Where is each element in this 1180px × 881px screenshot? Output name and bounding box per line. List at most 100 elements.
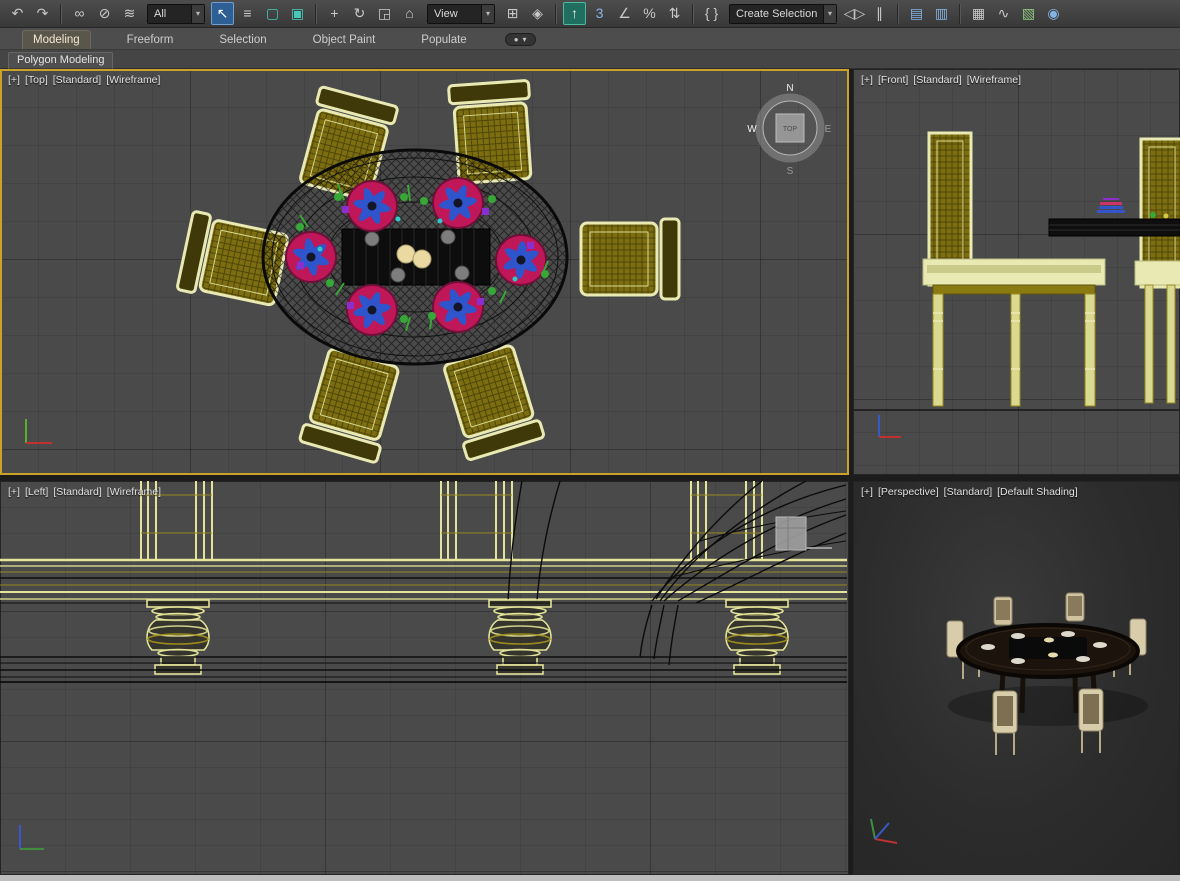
toolbar-separator	[60, 3, 62, 24]
viewport-left-label: [+] [Left] [Standard] [Wireframe]	[8, 486, 161, 498]
axis-tripod-icon	[25, 419, 52, 444]
align-icon[interactable]: ∥	[868, 2, 891, 25]
keyboard-shortcut-override-icon[interactable]: ↑	[563, 2, 586, 25]
viewport-label-part[interactable]: [+]	[8, 486, 20, 498]
toggle-scene-explorer-icon[interactable]: ▤	[905, 2, 928, 25]
chevron-down-icon[interactable]: ▾	[190, 4, 204, 23]
viewcube-north[interactable]: N	[786, 83, 793, 94]
viewport-label-part[interactable]: [Wireframe]	[106, 74, 160, 86]
schematic-view-icon[interactable]: ▧	[1017, 2, 1040, 25]
viewport-label-part[interactable]: [Standard]	[944, 486, 992, 498]
viewport-label-part[interactable]: [Default Shading]	[997, 486, 1078, 498]
reference-coordinate-system-dropdown-label: View	[434, 7, 458, 20]
toggle-layer-explorer-icon[interactable]: ▥	[930, 2, 953, 25]
table-top-left-view[interactable]	[0, 558, 847, 604]
toolbar-separator	[692, 3, 694, 24]
chevron-down-icon[interactable]: ▾	[822, 4, 836, 23]
perspective-view-canvas[interactable]	[853, 481, 1180, 875]
polygon-modeling-panel[interactable]: Polygon Modeling	[8, 52, 114, 69]
undo-icon[interactable]: ↶	[6, 2, 29, 25]
chair-front-view[interactable]	[922, 131, 1106, 407]
axis-tripod-icon	[19, 825, 44, 850]
front-view-canvas[interactable]	[853, 69, 1180, 475]
chevron-down-icon: ▾	[522, 35, 527, 44]
axis-tripod-icon	[878, 415, 901, 438]
snaps-toggle-3d-icon[interactable]: 3	[588, 2, 611, 25]
tab-populate[interactable]: Populate	[411, 31, 476, 49]
bind-to-space-warp-icon[interactable]: ≋	[118, 2, 141, 25]
toggle-ribbon-icon[interactable]: ▦	[967, 2, 990, 25]
tab-freeform[interactable]: Freeform	[117, 31, 184, 49]
rectangular-selection-region-icon[interactable]: ▢	[261, 2, 284, 25]
toolbar-separator	[897, 3, 899, 24]
viewcube-south[interactable]: S	[787, 166, 794, 177]
viewport-left[interactable]: [+] [Left] [Standard] [Wireframe]	[0, 481, 849, 875]
shadow	[948, 686, 1148, 726]
chair-profile-wires[interactable]	[507, 481, 847, 666]
axis-tripod-icon	[870, 818, 898, 844]
select-and-move-icon[interactable]: +	[323, 2, 346, 25]
use-pivot-point-center-icon[interactable]: ⊞	[501, 2, 524, 25]
select-and-rotate-icon[interactable]: ↻	[348, 2, 371, 25]
viewport-front[interactable]: [+] [Front] [Standard] [Wireframe]	[853, 69, 1180, 475]
percent-snap-toggle-icon[interactable]: %	[638, 2, 661, 25]
curve-editor-icon[interactable]: ∿	[992, 2, 1015, 25]
viewport-label-part[interactable]: [Wireframe]	[107, 486, 161, 498]
tab-selection[interactable]: Selection	[209, 31, 276, 49]
viewport-top-label: [+] [Top] [Standard] [Wireframe]	[8, 74, 160, 86]
window-crossing-icon[interactable]: ▣	[286, 2, 309, 25]
top-view-canvas[interactable]: TOP N E S W	[0, 69, 849, 475]
viewport-label-part[interactable]: [Left]	[25, 486, 48, 498]
ribbon-tabs: Modeling Freeform Selection Object Paint Pop…	[22, 30, 477, 49]
redo-icon[interactable]: ↷	[31, 2, 54, 25]
chevron-down-icon[interactable]: ▾	[480, 4, 494, 23]
reference-coordinate-system-dropdown[interactable]: View ▾	[427, 3, 495, 24]
viewport-label-part[interactable]: [+]	[861, 74, 873, 86]
viewport-front-label: [+] [Front] [Standard] [Wireframe]	[861, 74, 1021, 86]
unlink-selection-icon[interactable]: ⊘	[93, 2, 116, 25]
viewport-label-part[interactable]: [Top]	[25, 74, 48, 86]
viewcube-top-face[interactable]: TOP	[783, 126, 798, 133]
viewport-label-part[interactable]: [Standard]	[53, 486, 101, 498]
spinner-snap-toggle-icon[interactable]: ⇅	[663, 2, 686, 25]
viewcube-east[interactable]: E	[825, 124, 832, 135]
chair-backs-left-view[interactable]	[140, 481, 763, 561]
viewport-perspective[interactable]: [+] [Perspective] [Standard] [Default Shadi…	[853, 481, 1180, 875]
viewport-label-part[interactable]: [Standard]	[913, 74, 961, 86]
select-object-icon[interactable]: ↖	[211, 2, 234, 25]
viewport-label-part[interactable]: [Standard]	[53, 74, 101, 86]
angle-snap-toggle-icon[interactable]: ∠	[613, 2, 636, 25]
viewcube-west[interactable]: W	[747, 124, 757, 135]
left-view-canvas[interactable]	[0, 481, 849, 875]
ribbon-tab-row: Modeling Freeform Selection Object Paint Pop…	[0, 28, 1180, 50]
tab-modeling[interactable]: Modeling	[22, 30, 91, 49]
select-and-scale-icon[interactable]: ◲	[373, 2, 396, 25]
toolbar-separator	[555, 3, 557, 24]
selection-filter-dropdown[interactable]: All ▾	[147, 3, 205, 24]
named-selection-sets-dropdown[interactable]: Create Selection Se ▾	[729, 3, 837, 24]
track-bar-strip	[0, 875, 1180, 881]
material-editor-icon[interactable]: ◉	[1042, 2, 1065, 25]
tab-object-paint[interactable]: Object Paint	[303, 31, 386, 49]
viewport-top[interactable]: [+] [Top] [Standard] [Wireframe] TOP N E…	[0, 69, 849, 475]
named-selection-sets-dropdown-label: Create Selection Se	[736, 7, 818, 20]
toolbar-separator	[959, 3, 961, 24]
ribbon-display-toggle-button[interactable]: ● ▾	[504, 33, 536, 46]
toolbar-separator	[315, 3, 317, 24]
select-and-manipulate-icon[interactable]: ◈	[526, 2, 549, 25]
table-runner[interactable]	[341, 228, 491, 286]
viewport-label-part[interactable]: [Wireframe]	[967, 74, 1021, 86]
viewport-label-part[interactable]: [+]	[861, 486, 873, 498]
selection-filter-dropdown-label: All	[154, 7, 167, 20]
viewcube[interactable]: TOP N E S W	[747, 83, 831, 177]
viewport-label-part[interactable]: [+]	[8, 74, 20, 86]
select-and-link-icon[interactable]: ∞	[68, 2, 91, 25]
viewport-label-part[interactable]: [Front]	[878, 74, 908, 86]
main-toolbar: ↶ ↷ ∞ ⊘ ≋ All ▾ ↖ ≡ ▢ ▣ + ↻ ◲ ⌂ View ▾ ⊞ ◈ ↑ 3 ∠% ⇅ { } Create S…	[0, 0, 1180, 28]
select-and-place-icon[interactable]: ⌂	[398, 2, 421, 25]
mirror-icon[interactable]: ◁▷	[843, 2, 866, 25]
select-by-name-icon[interactable]: ≡	[236, 2, 259, 25]
viewport-label-part[interactable]: [Perspective]	[878, 486, 939, 498]
chair-front-view-partial[interactable]	[1134, 137, 1180, 404]
edit-named-selection-sets-icon[interactable]: { }	[700, 2, 723, 25]
